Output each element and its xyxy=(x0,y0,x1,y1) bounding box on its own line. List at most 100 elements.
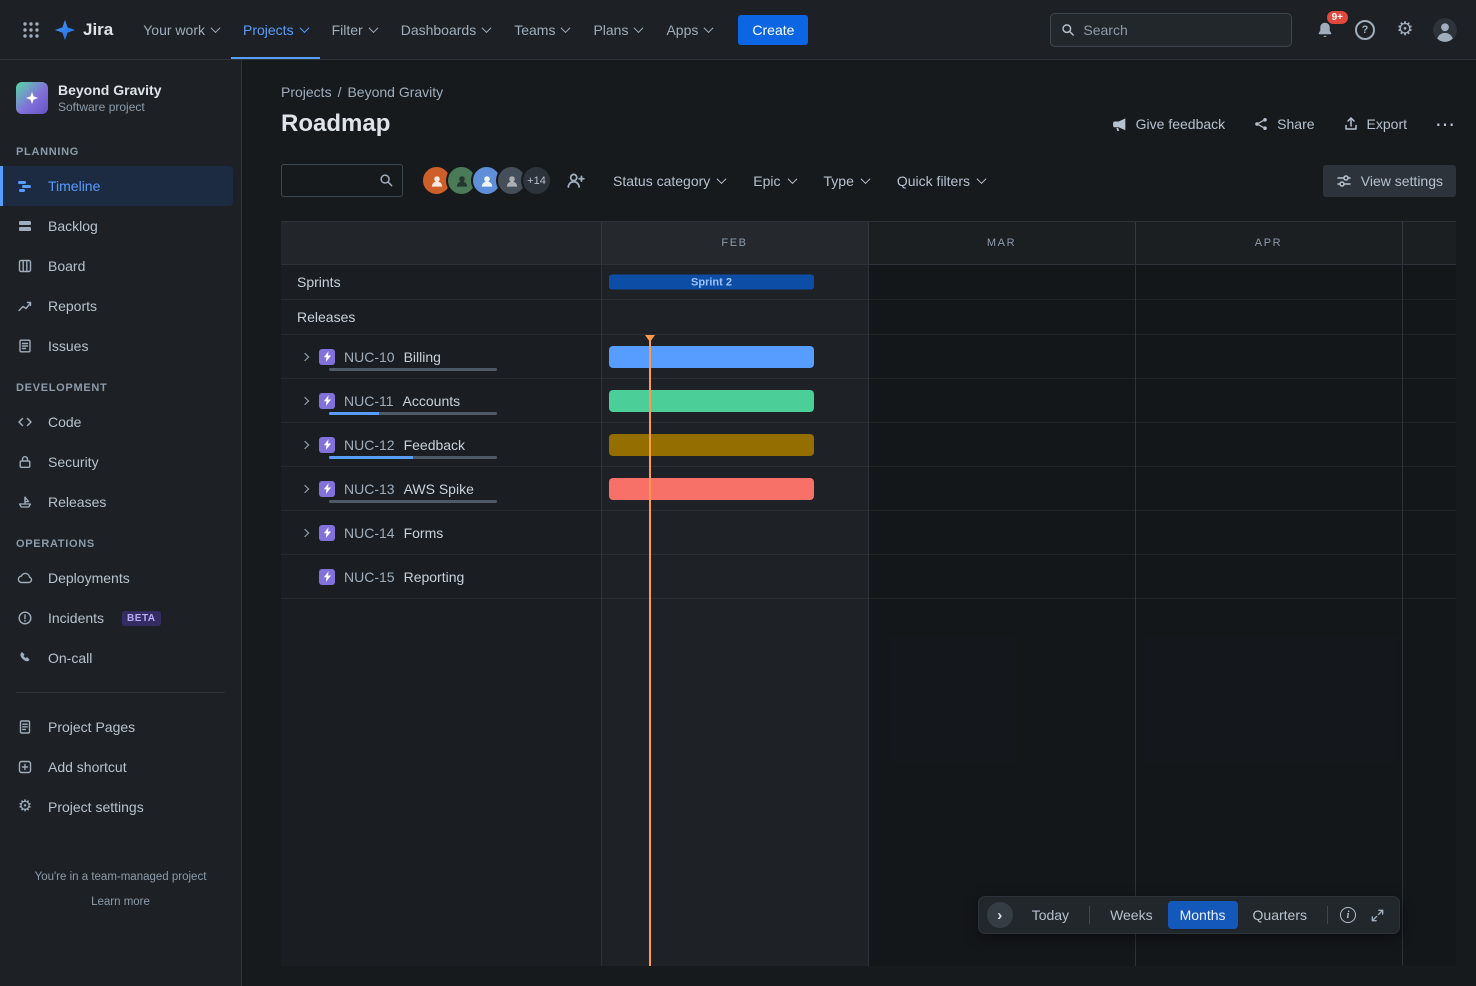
settings-button[interactable]: ⚙ xyxy=(1388,13,1422,47)
nav-dashboards[interactable]: Dashboards xyxy=(389,0,503,59)
global-search[interactable] xyxy=(1050,13,1292,47)
epic-row-header[interactable]: NUC-13 AWS Spike xyxy=(281,467,601,510)
timeline-header: FEB MAR APR xyxy=(281,221,1456,265)
epic-bar[interactable] xyxy=(609,346,814,368)
scroll-forward-button[interactable]: › xyxy=(987,902,1013,928)
epic-icon xyxy=(319,525,335,541)
nav-your-work[interactable]: Your work xyxy=(131,0,231,59)
nav-plans[interactable]: Plans xyxy=(581,0,654,59)
sidebar-item-deployments[interactable]: Deployments xyxy=(0,558,233,598)
quick-filters-dropdown[interactable]: Quick filters xyxy=(897,173,985,189)
zoom-months-button[interactable]: Months xyxy=(1168,901,1238,929)
project-header[interactable]: Beyond Gravity Software project xyxy=(0,74,241,130)
status-category-dropdown[interactable]: Status category xyxy=(613,173,725,189)
global-search-input[interactable] xyxy=(1083,22,1281,38)
header-actions: Give feedback Share Export ⋯ xyxy=(1111,112,1456,137)
add-shortcut-icon xyxy=(16,759,34,775)
nav-label: Apps xyxy=(666,22,698,38)
month-header-feb: FEB xyxy=(601,222,868,264)
zoom-quarters-button[interactable]: Quarters xyxy=(1241,901,1319,929)
today-button[interactable]: Today xyxy=(1020,901,1081,929)
expand-chevron-icon[interactable] xyxy=(297,486,313,492)
expand-chevron-icon[interactable] xyxy=(297,354,313,360)
sidebar-item-on-call[interactable]: On-call xyxy=(0,638,233,678)
more-actions-button[interactable]: ⋯ xyxy=(1435,112,1456,137)
type-dropdown[interactable]: Type xyxy=(824,173,869,189)
sidebar-item-add-shortcut[interactable]: Add shortcut xyxy=(0,747,233,787)
epic-row-header[interactable]: NUC-11 Accounts xyxy=(281,379,601,422)
sidebar-item-issues[interactable]: Issues xyxy=(0,326,233,366)
epic-row-header[interactable]: NUC-10 Billing xyxy=(281,335,601,378)
give-feedback-button[interactable]: Give feedback xyxy=(1111,116,1226,133)
expand-chevron-icon[interactable] xyxy=(297,442,313,448)
avatar-overflow[interactable]: +14 xyxy=(521,165,552,196)
breadcrumb-project-name[interactable]: Beyond Gravity xyxy=(347,84,443,100)
learn-more-link[interactable]: Learn more xyxy=(91,894,150,910)
view-settings-label: View settings xyxy=(1361,173,1443,189)
sidebar-item-releases[interactable]: Releases xyxy=(0,482,233,522)
search-icon xyxy=(379,173,394,188)
view-settings-button[interactable]: View settings xyxy=(1323,165,1456,197)
board-icon xyxy=(16,258,34,274)
help-icon: ? xyxy=(1355,20,1375,40)
top-navbar: Jira Your work Projects Filter Dashboard… xyxy=(0,0,1476,60)
team-managed-note: You're in a team-managed project xyxy=(12,869,229,885)
sliders-icon xyxy=(1336,173,1352,189)
chevron-down-icon xyxy=(634,23,644,33)
sidebar-item-timeline[interactable]: Timeline xyxy=(0,166,233,206)
share-button[interactable]: Share xyxy=(1253,116,1314,132)
sidebar-item-project-settings[interactable]: ⚙ Project settings xyxy=(0,787,233,827)
nav-filter[interactable]: Filter xyxy=(320,0,389,59)
epic-progress-fill xyxy=(329,412,379,415)
expand-chevron-icon[interactable] xyxy=(297,530,313,536)
epic-bar[interactable] xyxy=(609,478,814,500)
sidebar-item-backlog[interactable]: Backlog xyxy=(0,206,233,246)
sidebar-divider xyxy=(16,692,225,693)
nav-teams[interactable]: Teams xyxy=(502,0,581,59)
add-people-button[interactable] xyxy=(566,171,585,190)
epic-bar[interactable] xyxy=(609,390,814,412)
epic-row-header[interactable]: NUC-14 Forms xyxy=(281,511,601,554)
chevron-down-icon xyxy=(977,174,987,184)
nav-label: Your work xyxy=(143,22,205,38)
epic-key: NUC-15 xyxy=(344,569,395,585)
timeline-search[interactable] xyxy=(281,164,403,197)
sidebar-item-code[interactable]: Code xyxy=(0,402,233,442)
sidebar-item-reports[interactable]: Reports xyxy=(0,286,233,326)
epic-bar[interactable] xyxy=(609,434,814,456)
notifications-button[interactable]: 9+ xyxy=(1308,13,1342,47)
nav-apps[interactable]: Apps xyxy=(654,0,724,59)
sidebar-item-security[interactable]: Security xyxy=(0,442,233,482)
filter-bar: +14 Status category Epic Type Quick filt… xyxy=(281,164,1456,197)
create-button[interactable]: Create xyxy=(738,15,808,45)
issues-icon xyxy=(16,338,34,354)
sprints-label: Sprints xyxy=(297,274,341,290)
info-button[interactable]: i xyxy=(1336,907,1360,923)
chevron-down-icon xyxy=(787,174,797,184)
fullscreen-button[interactable] xyxy=(1363,901,1391,929)
navbar-right: 9+ ? ⚙ xyxy=(1050,13,1462,47)
epic-row-header[interactable]: NUC-15 Reporting xyxy=(281,555,601,598)
app-grid-icon xyxy=(21,20,41,40)
breadcrumb-projects[interactable]: Projects xyxy=(281,84,332,100)
sidebar-item-incidents[interactable]: Incidents BETA xyxy=(0,598,233,638)
nav-projects[interactable]: Projects xyxy=(231,0,320,59)
help-button[interactable]: ? xyxy=(1348,13,1382,47)
sprint-bar[interactable]: Sprint 2 xyxy=(609,275,814,290)
zoom-weeks-button[interactable]: Weeks xyxy=(1098,901,1165,929)
export-button[interactable]: Export xyxy=(1343,116,1407,132)
epic-row: NUC-12 Feedback xyxy=(281,423,1456,467)
epic-row: NUC-10 Billing xyxy=(281,335,1456,379)
epic-dropdown[interactable]: Epic xyxy=(753,173,795,189)
sidebar-item-label: Deployments xyxy=(48,570,130,586)
epic-row-header[interactable]: NUC-12 Feedback xyxy=(281,423,601,466)
profile-button[interactable] xyxy=(1428,13,1462,47)
today-marker xyxy=(649,335,651,966)
expand-chevron-icon[interactable] xyxy=(297,398,313,404)
sidebar-item-board[interactable]: Board xyxy=(0,246,233,286)
app-switcher-button[interactable] xyxy=(14,13,48,47)
sidebar-item-project-pages[interactable]: Project Pages xyxy=(0,707,233,747)
timeline-search-input[interactable] xyxy=(290,173,379,188)
jira-logo[interactable]: Jira xyxy=(54,19,113,41)
breadcrumb-separator: / xyxy=(338,84,342,100)
